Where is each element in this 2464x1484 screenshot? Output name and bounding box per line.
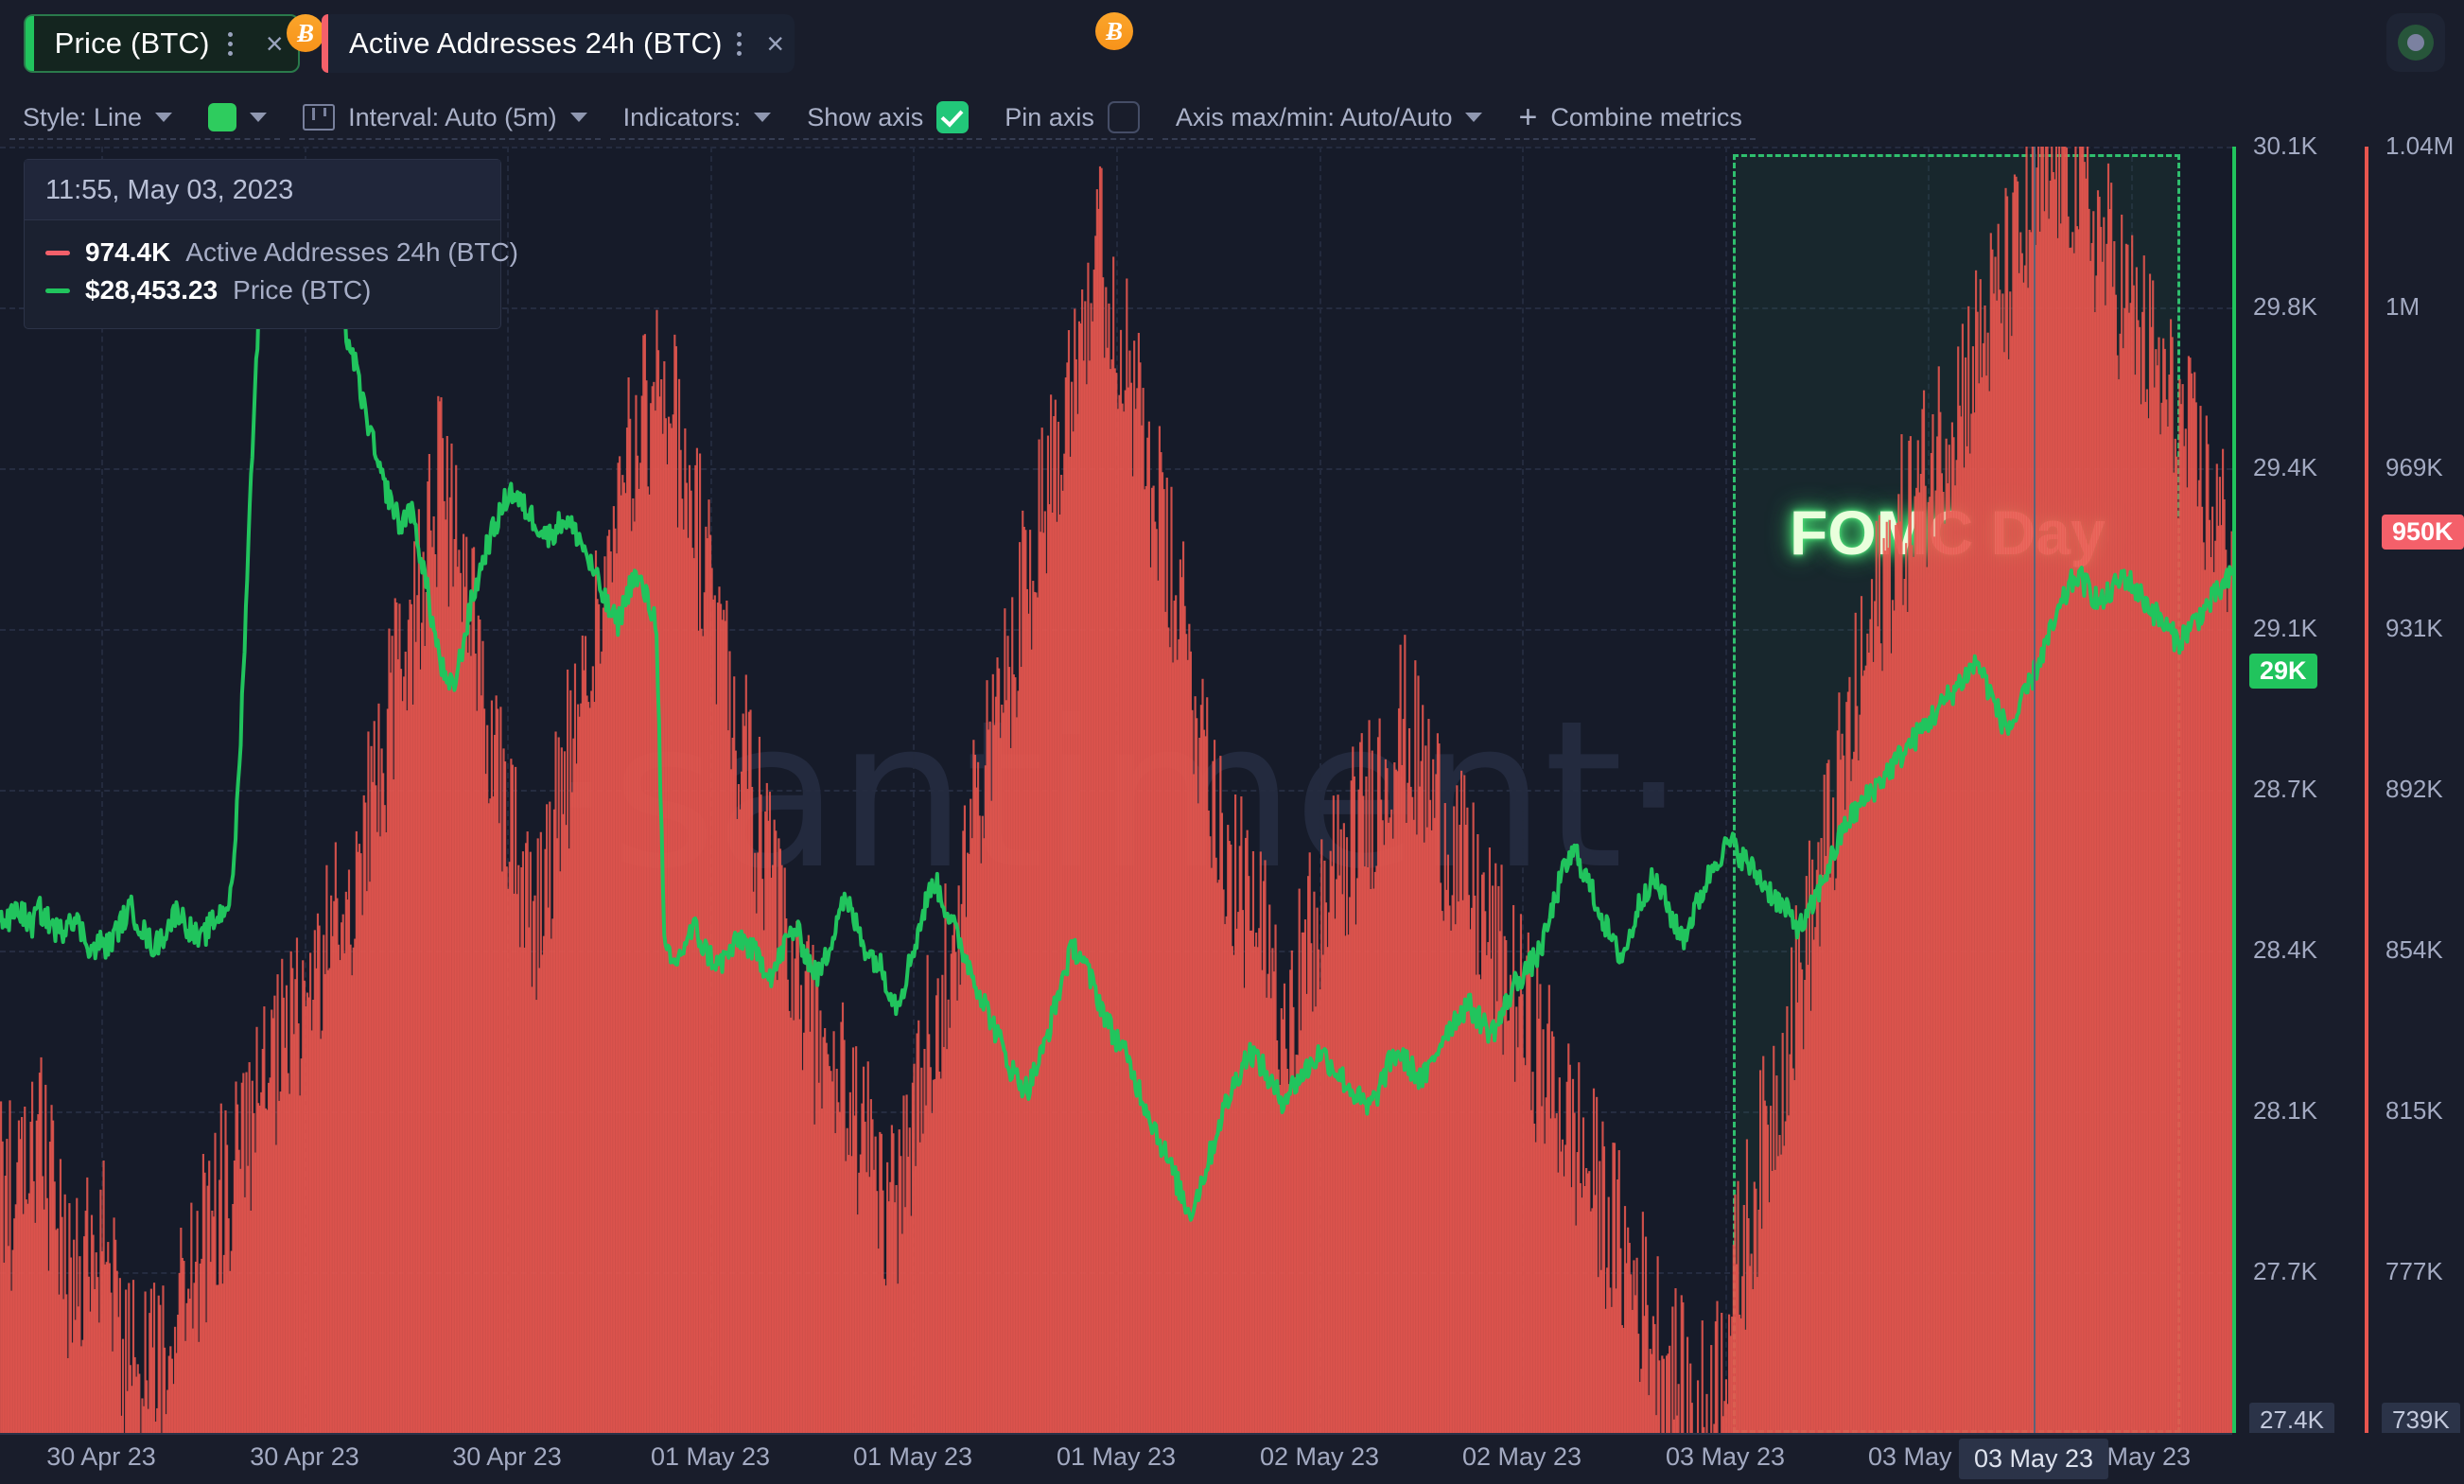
combine-metrics-label: Combine metrics (1550, 102, 1742, 131)
record-inner-dot (2407, 34, 2424, 51)
style-selector[interactable]: Style: Line (9, 96, 186, 140)
chevron-down-icon (250, 113, 268, 122)
tab-price-btc[interactable]: Price (BTC) × Ƀ (24, 14, 324, 73)
axis-tick-label: 1.04M (2385, 131, 2455, 160)
pin-axis-label: Pin axis (1005, 102, 1094, 131)
tab-label: Price (BTC) (54, 26, 210, 60)
axis-separator (0, 1433, 2232, 1435)
style-label: Style: Line (23, 102, 143, 131)
time-axis-tick: 30 Apr 23 (46, 1442, 156, 1471)
bitcoin-icon: Ƀ (1095, 12, 1133, 50)
axis-line (2365, 147, 2368, 1433)
kebab-menu-icon[interactable] (210, 31, 252, 56)
chevron-down-icon (754, 113, 772, 122)
chart-toolbar: Style: Line Interval: Auto (5m) Indicato… (0, 90, 2464, 147)
metric-tab-bar: Price (BTC) × Ƀ Active Addresses 24h (BT… (0, 0, 2464, 90)
tab-accent-bar (322, 14, 329, 73)
record-outer-ring (2398, 25, 2434, 61)
tooltip-series-name: Active Addresses 24h (BTC) (185, 237, 518, 267)
time-axis-tick: 03 May 23 (1665, 1442, 1786, 1471)
tooltip-row: $28,453.23 Price (BTC) (45, 271, 480, 309)
tooltip-row: 974.4K Active Addresses 24h (BTC) (45, 234, 518, 271)
axis-tick-label: 854K (2385, 935, 2443, 964)
axis-line (2232, 147, 2236, 1433)
combine-metrics-button[interactable]: + Combine metrics (1505, 96, 1756, 140)
axis-tick-label: 29.8K (2253, 292, 2317, 321)
pin-axis-toggle[interactable]: Pin axis (991, 96, 1153, 140)
axis-tick-label: 30.1K (2253, 131, 2317, 160)
time-axis-tick: 30 Apr 23 (250, 1442, 359, 1471)
checkbox-unchecked-icon[interactable] (1107, 101, 1140, 133)
tab-label: Active Addresses 24h (BTC) (349, 26, 723, 60)
tooltip-value: $28,453.23 (85, 275, 218, 305)
interval-label: Interval: Auto (5m) (348, 102, 557, 131)
axis-tick-label: 29.1K (2253, 614, 2317, 642)
axis-tick-label: 28.7K (2253, 775, 2317, 803)
tab-active-addresses[interactable]: Active Addresses 24h (BTC) × Ƀ (322, 12, 1133, 73)
right-value-axis[interactable]: 1.04M1M969K931K892K854K815K777K739K950K7… (2365, 131, 2464, 1446)
chevron-down-icon (1465, 113, 1483, 122)
time-axis-tick: 01 May 23 (650, 1442, 771, 1471)
record-indicator-button[interactable] (2386, 13, 2445, 72)
indicators-selector[interactable]: Indicators: (609, 96, 785, 140)
close-icon[interactable]: × (756, 28, 795, 59)
active-addresses-area-series (0, 147, 2232, 1433)
show-axis-toggle[interactable]: Show axis (794, 96, 983, 140)
time-axis[interactable]: 30 Apr 23 30 Apr 23 30 Apr 23 01 May 23 01 M… (0, 1433, 2464, 1484)
time-axis-tick: 02 May 23 (1461, 1442, 1582, 1471)
axis-tick-label: 27.7K (2253, 1257, 2317, 1285)
chart-plot-area[interactable]: ·santiment· FOMC Day (0, 147, 2232, 1433)
time-axis-tick: 30 Apr 23 (452, 1442, 562, 1471)
axis-tick-label: 28.1K (2253, 1096, 2317, 1125)
chart-tooltip: 11:55, May 03, 2023 974.4K Active Addres… (24, 159, 518, 329)
tab-accent-bar (26, 16, 34, 71)
axis-tick-label: 931K (2385, 614, 2443, 642)
crosshair-vertical-line (2034, 147, 2036, 1433)
kebab-menu-icon[interactable] (723, 31, 757, 56)
chart-svg (0, 147, 2232, 1433)
tooltip-value: 974.4K (85, 237, 171, 267)
axis-tick-label: 815K (2385, 1096, 2443, 1125)
axis-tick-label: 28.4K (2253, 935, 2317, 964)
series-color-dash (45, 250, 70, 255)
axis-tick-label: 1M (2385, 292, 2420, 321)
tooltip-rows: 974.4K Active Addresses 24h (BTC) $28,45… (25, 220, 518, 328)
color-selector[interactable] (195, 96, 281, 140)
interval-selector[interactable]: Interval: Auto (5m) (289, 96, 601, 140)
tooltip-timestamp: 11:55, May 03, 2023 (25, 160, 500, 220)
bitcoin-icon: Ƀ (287, 14, 324, 52)
indicators-label: Indicators: (622, 102, 742, 131)
last-value-badge: 29K (2249, 654, 2317, 690)
time-axis-tick: 02 May 23 (1259, 1442, 1380, 1471)
crosshair-time-label: 03 May 23 (1958, 1439, 2109, 1479)
tooltip-series-name: Price (BTC) (233, 275, 372, 305)
time-axis-tick: 01 May 23 (852, 1442, 973, 1471)
chevron-down-icon (569, 113, 587, 122)
series-color-dash (45, 288, 70, 293)
axis-minmax-selector[interactable]: Axis max/min: Auto/Auto (1162, 96, 1496, 140)
left-value-axis[interactable]: 30.1K 29.8K 29.4K 29.1K 28.7K 28.4K 28.1K 27.7K… (2232, 131, 2346, 1446)
axis-tick-label: 29.4K (2253, 453, 2317, 481)
show-axis-label: Show axis (807, 102, 924, 131)
time-axis-tick: 01 May 23 (1056, 1442, 1177, 1471)
chart-application: Price (BTC) × Ƀ Active Addresses 24h (BT… (0, 0, 2464, 1484)
last-value-badge: 950K (2382, 514, 2464, 550)
chevron-down-icon (155, 113, 173, 122)
axis-tick-label: 969K (2385, 453, 2443, 481)
checkbox-checked-icon[interactable] (936, 101, 970, 133)
axis-tick-label: 777K (2385, 1257, 2443, 1285)
color-swatch-icon (208, 103, 237, 131)
axis-tick-label: 892K (2385, 775, 2443, 803)
candlestick-icon (303, 104, 336, 131)
plus-icon: + (1518, 99, 1538, 135)
axis-minmax-label: Axis max/min: Auto/Auto (1175, 102, 1453, 131)
